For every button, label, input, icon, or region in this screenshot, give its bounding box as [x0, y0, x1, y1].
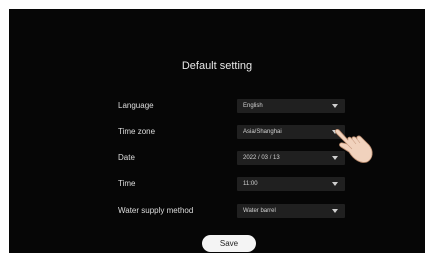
time-select[interactable]: 11:00: [237, 177, 345, 191]
language-value: English: [243, 103, 263, 109]
language-label: Language: [118, 101, 154, 110]
time-value: 11:00: [243, 181, 258, 187]
language-select[interactable]: English: [237, 99, 345, 113]
chevron-down-icon: [332, 104, 338, 108]
page-title: Default setting: [181, 60, 253, 72]
water-supply-label: Water supply method: [118, 206, 194, 215]
setting-row-water-supply: Water supply method Water barrel: [9, 202, 425, 220]
water-supply-value: Water barrel: [243, 208, 276, 214]
chevron-down-icon: [332, 209, 338, 213]
chevron-down-icon: [332, 182, 338, 186]
setting-row-language: Language English: [9, 97, 425, 115]
setting-row-time: Time 11:00: [9, 175, 425, 193]
date-label: Date: [118, 153, 135, 162]
time-zone-label: Time zone: [118, 127, 156, 136]
save-button[interactable]: Save: [202, 235, 256, 252]
water-supply-select[interactable]: Water barrel: [237, 204, 345, 218]
device-screen: Default setting Language English Time zo…: [9, 9, 425, 253]
pointing-hand-icon: [335, 128, 373, 163]
date-value: 2022 / 03 / 13: [243, 155, 280, 161]
time-zone-value: Asia/Shanghai: [243, 129, 282, 135]
time-label: Time: [118, 179, 136, 188]
